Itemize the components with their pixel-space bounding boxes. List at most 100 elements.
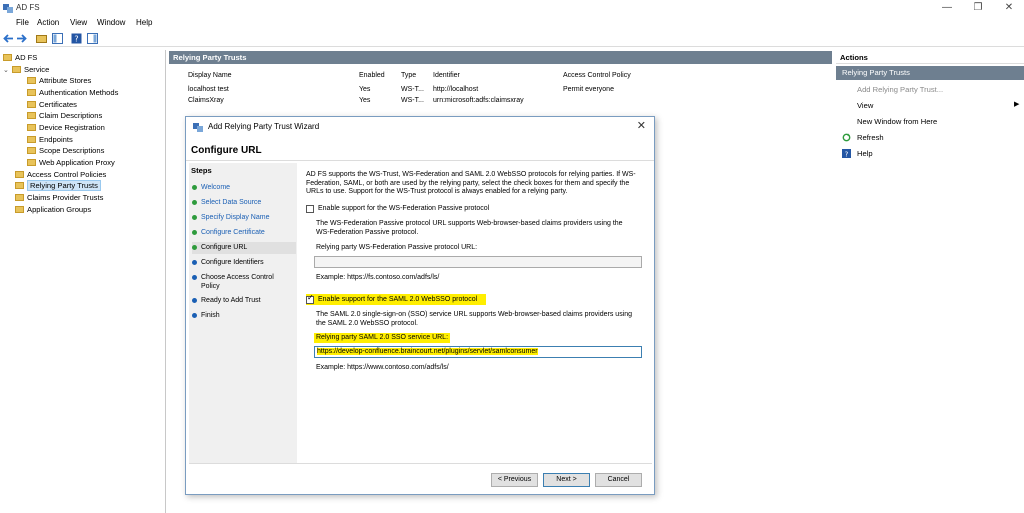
back-arrow-icon[interactable] [3, 33, 14, 44]
column-enabled[interactable]: Enabled [359, 70, 385, 81]
menu-file[interactable]: File [16, 18, 29, 27]
saml-checkbox-label[interactable]: Enable support for the SAML 2.0 WebSSO p… [318, 296, 483, 305]
folder-icon [27, 101, 36, 108]
step-specify-display-name[interactable]: Specify Display Name [192, 213, 296, 223]
svg-text:?: ? [74, 35, 78, 44]
action-help[interactable]: Help [857, 148, 873, 159]
tree-item-access-control-policies[interactable]: Access Control Policies [15, 169, 106, 180]
folder-icon [15, 206, 24, 213]
divider [189, 463, 652, 464]
step-welcome[interactable]: Welcome [192, 183, 296, 193]
folder-icon [15, 182, 24, 189]
folder-icon [27, 89, 36, 96]
column-type[interactable]: Type [401, 70, 416, 81]
restore-button[interactable]: ❐ [963, 0, 993, 17]
tree-item-claim-descriptions[interactable]: Claim Descriptions [27, 110, 102, 121]
folder-icon [15, 194, 24, 201]
wsfed-checkbox-label[interactable]: Enable support for the WS-Federation Pas… [318, 205, 638, 214]
chevron-down-icon[interactable]: ⌄ [3, 65, 12, 76]
saml-url-input[interactable]: https://develop-confluence.braincourt.ne… [314, 346, 642, 358]
wizard-icon [193, 123, 203, 132]
wsfed-checkbox[interactable] [306, 205, 314, 213]
saml-checkbox-mark[interactable] [306, 294, 314, 304]
tree-item-relying-party-trusts[interactable]: Relying Party Trusts [15, 180, 101, 191]
step-pending-icon [192, 260, 197, 265]
toolbar: ? [0, 30, 1024, 47]
tree-item-service[interactable]: ⌄ Service [3, 64, 49, 75]
folder-icon [27, 136, 36, 143]
add-relying-party-trust-wizard: Add Relying Party Trust Wizard ✕ Configu… [185, 116, 655, 495]
folder-icon [15, 171, 24, 178]
cancel-button[interactable]: Cancel [595, 473, 642, 487]
forward-arrow-icon[interactable] [16, 33, 27, 44]
column-display-name[interactable]: Display Name [188, 70, 232, 81]
menu-bar: File Action View Window Help [0, 17, 1024, 30]
folder-icon [3, 54, 12, 61]
table-header: Display Name Enabled Type Identifier Acc… [169, 70, 832, 81]
window-title: AD FS [16, 3, 40, 12]
wsfed-url-label: Relying party WS-Federation Passive prot… [316, 244, 478, 251]
folder-icon [12, 66, 21, 73]
action-new-window[interactable]: New Window from Here [857, 116, 937, 127]
center-pane-title: Relying Party Trusts [169, 51, 832, 64]
tree-item-web-application-proxy[interactable]: Web Application Proxy [27, 157, 115, 168]
dialog-close-button[interactable]: ✕ [637, 119, 646, 132]
step-configure-url: Configure URL [192, 242, 296, 254]
intro-text: AD FS supports the WS-Trust, WS-Federati… [306, 171, 636, 195]
close-window-button[interactable]: ✕ [994, 0, 1024, 17]
table-row[interactable]: localhost test Yes WS-T... http://localh… [169, 84, 832, 95]
minimize-button[interactable]: — [932, 0, 962, 17]
action-refresh[interactable]: Refresh [857, 132, 884, 143]
step-pending-icon [192, 298, 197, 303]
menu-action[interactable]: Action [37, 18, 59, 27]
title-bar: AD FS — ❐ ✕ [0, 0, 1024, 17]
tree-item-application-groups[interactable]: Application Groups [15, 204, 91, 215]
menu-view[interactable]: View [70, 18, 87, 27]
next-button[interactable]: Next > [543, 473, 590, 487]
wizard-content: AD FS supports the WS-Trust, WS-Federati… [302, 163, 652, 463]
step-current-icon [192, 245, 197, 250]
up-folder-icon[interactable] [36, 33, 47, 44]
tree-item-device-registration[interactable]: Device Registration [27, 122, 105, 133]
step-pending-icon [192, 313, 197, 318]
action-view[interactable]: View [857, 100, 873, 111]
table-row[interactable]: ClaimsXray Yes WS-T... urn:microsoft:adf… [169, 95, 832, 106]
step-select-data-source[interactable]: Select Data Source [192, 198, 296, 208]
help-icon[interactable]: ? [71, 33, 82, 44]
svg-text:?: ? [845, 151, 849, 159]
saml-url-value: https://develop-confluence.braincourt.ne… [317, 348, 538, 355]
column-identifier[interactable]: Identifier [433, 70, 460, 81]
step-done-icon [192, 185, 197, 190]
submenu-arrow-icon: ▶ [1014, 101, 1020, 108]
tree-item-adfs[interactable]: AD FS [3, 52, 37, 63]
step-done-icon [192, 200, 197, 205]
tree-item-claims-provider-trusts[interactable]: Claims Provider Trusts [15, 192, 103, 203]
tree-item-endpoints[interactable]: Endpoints [27, 134, 73, 145]
folder-icon [27, 77, 36, 84]
menu-help[interactable]: Help [136, 18, 152, 27]
steps-header: Steps [191, 166, 212, 175]
wsfed-url-input[interactable] [314, 256, 642, 268]
tree-item-certificates[interactable]: Certificates [27, 99, 77, 110]
show-hide-tree-icon[interactable] [52, 33, 63, 44]
column-access-control-policy[interactable]: Access Control Policy [563, 70, 631, 81]
dialog-title: Add Relying Party Trust Wizard [208, 122, 320, 131]
step-done-icon [192, 215, 197, 220]
previous-button[interactable]: < Previous [491, 473, 538, 487]
action-add-relying-party-trust[interactable]: Add Relying Party Trust... [857, 84, 943, 95]
menu-window[interactable]: Window [97, 18, 125, 27]
tree-item-authentication-methods[interactable]: Authentication Methods [27, 87, 118, 98]
tree-item-scope-descriptions[interactable]: Scope Descriptions [27, 145, 104, 156]
saml-description: The SAML 2.0 single-sign-on (SSO) servic… [316, 311, 633, 327]
step-ready-to-add-trust: Ready to Add Trust [192, 296, 296, 306]
tree-item-attribute-stores[interactable]: Attribute Stores [27, 75, 91, 86]
step-pending-icon [192, 275, 197, 280]
wsfed-example: Example: https://fs.contoso.com/adfs/ls/ [316, 274, 440, 281]
folder-icon [27, 124, 36, 131]
divider [186, 160, 654, 161]
actions-section-header[interactable]: Relying Party Trusts [836, 66, 1024, 80]
actions-pane-title: Actions [836, 51, 1024, 64]
step-configure-certificate[interactable]: Configure Certificate [192, 228, 296, 238]
console-tree: AD FS ⌄ Service Attribute Stores Authenti… [0, 50, 166, 513]
show-hide-action-pane-icon[interactable] [87, 33, 98, 44]
